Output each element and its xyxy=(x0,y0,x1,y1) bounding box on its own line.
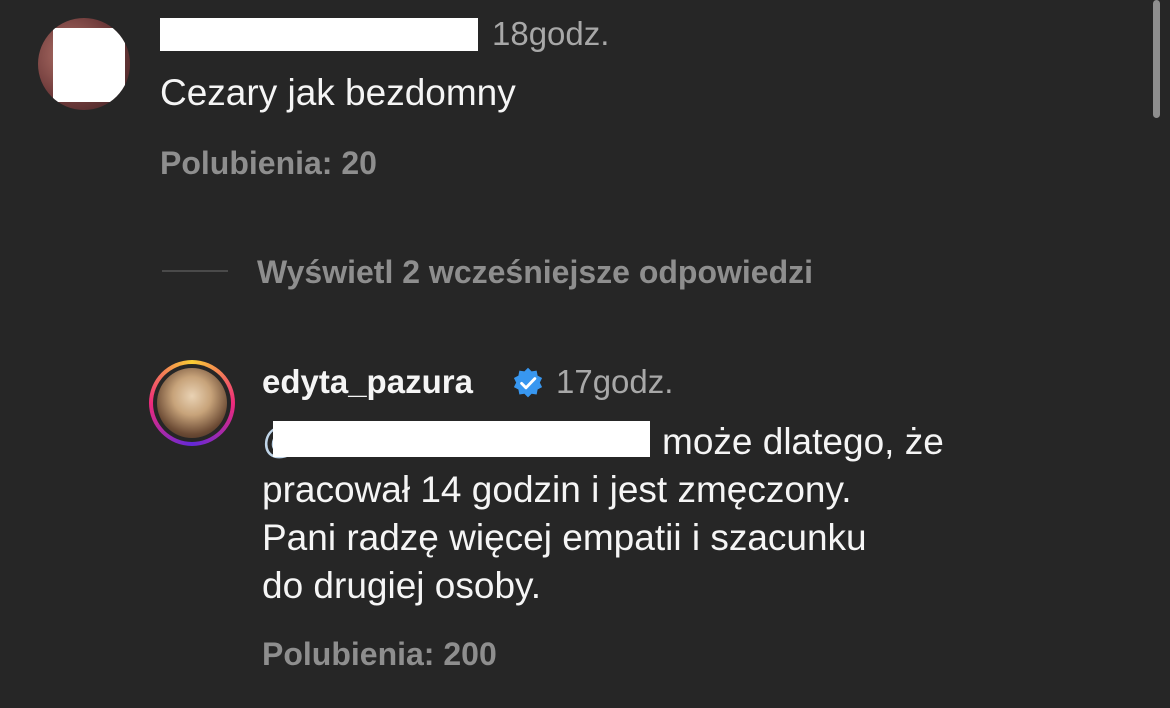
reply-divider-line xyxy=(162,270,228,272)
username-redacted[interactable] xyxy=(160,18,478,51)
comment-text-line: Pani radzę więcej empatii i szacunku xyxy=(262,517,867,558)
likes-count[interactable]: Polubienia: 200 xyxy=(262,634,497,674)
comment-text: Cezary jak bezdomny xyxy=(160,72,516,113)
comment-timestamp: 17godz. xyxy=(556,363,674,400)
story-ring[interactable] xyxy=(149,360,235,446)
redaction-box xyxy=(53,28,125,102)
avatar[interactable] xyxy=(157,368,227,438)
username[interactable]: edyta_pazura xyxy=(262,362,473,402)
comment-text: może dlatego, że pracował 14 godzin i je… xyxy=(262,418,1062,610)
comment-timestamp: 18godz. xyxy=(492,15,610,52)
comment-text-line: do drugiej osoby. xyxy=(262,565,542,606)
comment-text-line: pracował 14 godzin i jest zmęczony. xyxy=(262,469,852,510)
avatar[interactable] xyxy=(38,18,130,110)
likes-count[interactable]: Polubienia: 20 xyxy=(160,143,377,183)
view-earlier-replies-button[interactable]: Wyświetl 2 wcześniejsze odpowiedzi xyxy=(257,252,813,292)
comment-text-line: może dlatego, że xyxy=(662,421,944,462)
comments-thread: 18godz. Cezary jak bezdomny Polubienia: … xyxy=(0,0,1170,708)
verified-badge-icon xyxy=(513,367,543,398)
scrollbar[interactable] xyxy=(1153,0,1160,118)
